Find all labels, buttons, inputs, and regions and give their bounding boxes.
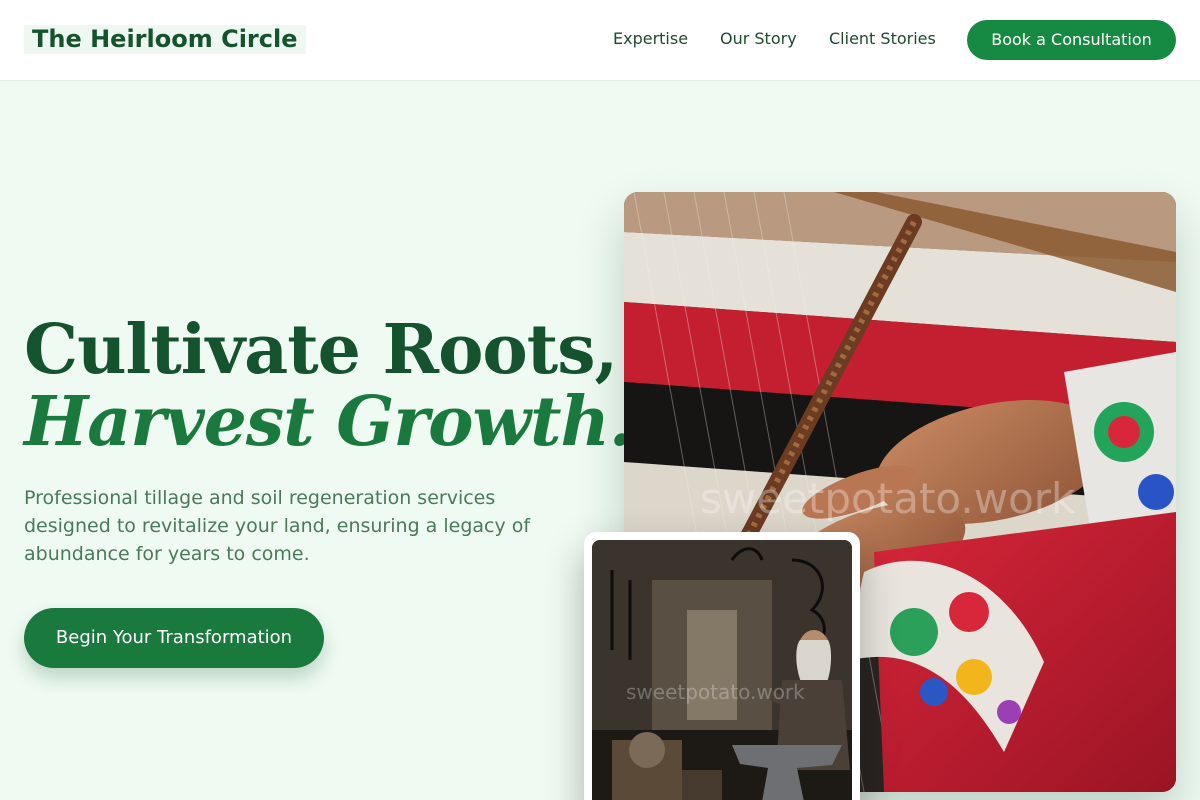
image-watermark: sweetpotato.work	[700, 474, 1076, 523]
nav-link-our-story[interactable]: Our Story	[720, 29, 797, 49]
inset-image-watermark: sweetpotato.work	[626, 680, 805, 704]
inset-image-blacksmith: sweetpotato.work	[592, 540, 852, 800]
book-consultation-button[interactable]: Book a Consultation	[967, 20, 1176, 60]
headline-line-2: Harvest Growth.	[24, 382, 633, 462]
brand-logo[interactable]: The Heirloom Circle	[24, 25, 306, 54]
begin-transformation-button[interactable]: Begin Your Transformation	[24, 608, 324, 668]
hero-headline: Cultivate Roots, Harvest Growth.	[24, 310, 633, 462]
nav-link-expertise[interactable]: Expertise	[613, 29, 688, 49]
blacksmith-illustration	[592, 540, 852, 800]
inset-image-frame: sweetpotato.work	[584, 532, 860, 800]
nav-link-client-stories[interactable]: Client Stories	[829, 29, 936, 49]
headline-line-1: Cultivate Roots,	[24, 310, 618, 390]
site-header: The Heirloom Circle Expertise Our Story …	[0, 0, 1200, 81]
hero-description: Professional tillage and soil regenerati…	[24, 487, 531, 565]
